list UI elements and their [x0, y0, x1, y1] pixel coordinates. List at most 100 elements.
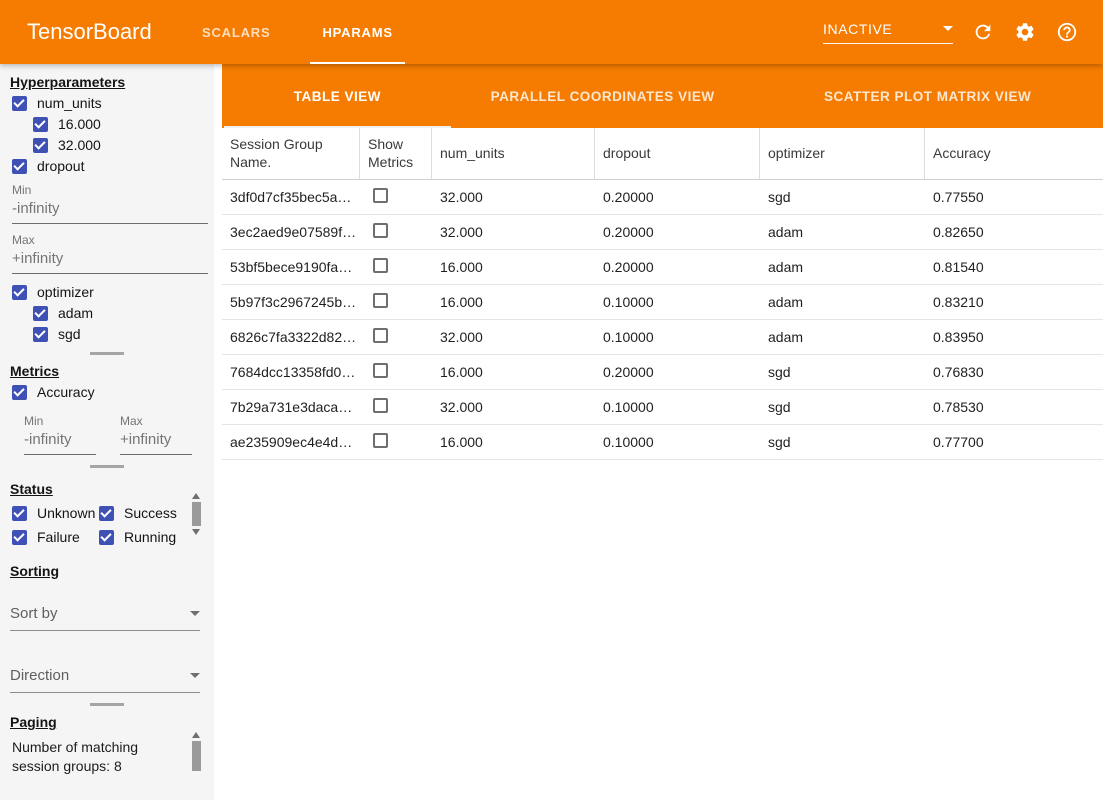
num-units-cell: 32.000: [432, 189, 595, 205]
checkbox-label: Failure: [37, 529, 80, 545]
checkbox-num-units-16[interactable]: 16.000: [33, 116, 214, 132]
session-group-name-cell: 7b29a731e3daca…: [222, 399, 360, 415]
accuracy-cell: 0.78530: [925, 399, 1103, 415]
sessions-table: Session Group Name. Show Metrics num_uni…: [222, 128, 1103, 800]
settings-gear-icon[interactable]: [1013, 20, 1037, 44]
help-icon[interactable]: [1055, 20, 1079, 44]
show-metrics-checkbox[interactable]: [373, 188, 388, 203]
checkbox-checked-icon: [33, 327, 48, 342]
checkbox-status-failure[interactable]: Failure: [12, 529, 99, 545]
checkbox-label: 16.000: [58, 116, 101, 132]
paging-section: Paging Number of matching session groups…: [0, 714, 214, 776]
session-group-name-cell: 7684dcc13358fd0…: [222, 364, 360, 380]
show-metrics-cell: [360, 433, 432, 451]
refresh-icon[interactable]: [971, 20, 995, 44]
optimizer-cell: adam: [760, 259, 925, 275]
section-resize-handle[interactable]: [90, 703, 124, 706]
dropout-min-input[interactable]: [12, 197, 208, 224]
table-row: 3df0d7cf35bec5a… 32.000 0.20000 sgd 0.77…: [222, 180, 1103, 215]
view-tabs: TABLE VIEW PARALLEL COORDINATES VIEW SCA…: [222, 64, 1103, 128]
show-metrics-cell: [360, 363, 432, 381]
dropout-cell: 0.10000: [595, 399, 760, 415]
show-metrics-checkbox[interactable]: [373, 328, 388, 343]
section-resize-handle[interactable]: [90, 352, 124, 355]
checkbox-checked-icon: [99, 506, 114, 521]
show-metrics-checkbox[interactable]: [373, 258, 388, 273]
checkbox-status-unknown[interactable]: Unknown: [12, 505, 99, 521]
checkbox-num-units[interactable]: num_units: [12, 95, 214, 111]
metrics-max-input[interactable]: [120, 428, 192, 455]
tab-scatter-plot-matrix-view[interactable]: SCATTER PLOT MATRIX VIEW: [752, 64, 1103, 128]
checkbox-optimizer-adam[interactable]: adam: [33, 305, 214, 321]
status-scrollbar[interactable]: [191, 493, 201, 535]
checkbox-label: dropout: [37, 158, 84, 174]
table-header: Session Group Name. Show Metrics num_uni…: [222, 128, 1103, 180]
dropout-max-input[interactable]: [12, 247, 208, 274]
reload-status-select[interactable]: INACTIVE: [823, 21, 953, 44]
checkbox-status-success[interactable]: Success: [99, 505, 194, 521]
tab-hparams[interactable]: HPARAMS: [296, 0, 418, 64]
scroll-down-icon[interactable]: [192, 529, 200, 535]
column-header-optimizer[interactable]: optimizer: [760, 128, 925, 179]
metrics-min-max: Min Max: [24, 405, 214, 455]
direction-select[interactable]: Direction: [10, 667, 200, 693]
checkbox-optimizer-sgd[interactable]: sgd: [33, 326, 214, 342]
column-header-dropout[interactable]: dropout: [595, 128, 760, 179]
plugin-tabs: SCALARS HPARAMS: [176, 0, 419, 64]
show-metrics-cell: [360, 223, 432, 241]
dropout-cell: 0.10000: [595, 434, 760, 450]
show-metrics-checkbox[interactable]: [373, 223, 388, 238]
checkbox-dropout[interactable]: dropout: [12, 158, 214, 174]
column-header-accuracy[interactable]: Accuracy: [925, 128, 1103, 179]
checkbox-label: Unknown: [37, 505, 95, 521]
show-metrics-checkbox[interactable]: [373, 293, 388, 308]
table-row: 53bf5bece9190fa… 16.000 0.20000 adam 0.8…: [222, 250, 1103, 285]
num-units-cell: 32.000: [432, 399, 595, 415]
dropout-max-label: Max: [12, 233, 214, 247]
checkbox-label: Accuracy: [37, 384, 95, 400]
status-heading: Status: [10, 481, 214, 497]
session-group-name-cell: 5b97f3c2967245b…: [222, 294, 360, 310]
show-metrics-checkbox[interactable]: [373, 363, 388, 378]
checkbox-checked-icon: [33, 306, 48, 321]
num-units-cell: 32.000: [432, 224, 595, 240]
paging-scrollbar[interactable]: [191, 732, 201, 771]
top-toolbar: TensorBoard SCALARS HPARAMS INACTIVE: [0, 0, 1103, 64]
scrollbar-thumb[interactable]: [192, 502, 201, 526]
column-header-session-group-name[interactable]: Session Group Name.: [222, 128, 360, 179]
num-units-cell: 16.000: [432, 364, 595, 380]
checkbox-num-units-32[interactable]: 32.000: [33, 137, 214, 153]
tab-parallel-coordinates-view[interactable]: PARALLEL COORDINATES VIEW: [453, 64, 753, 128]
column-header-num-units[interactable]: num_units: [432, 128, 595, 179]
scroll-up-icon[interactable]: [192, 493, 200, 499]
tab-scalars[interactable]: SCALARS: [176, 0, 296, 64]
sort-by-select[interactable]: Sort by: [10, 605, 200, 631]
checkbox-status-running[interactable]: Running: [99, 529, 194, 545]
section-resize-handle[interactable]: [90, 465, 124, 468]
num-units-cell: 16.000: [432, 259, 595, 275]
optimizer-cell: adam: [760, 294, 925, 310]
sorting-section: Sorting Sort by Direction: [0, 563, 214, 693]
reload-status-value: INACTIVE: [823, 21, 892, 37]
tab-table-view[interactable]: TABLE VIEW: [222, 64, 453, 128]
sort-by-value: Sort by: [10, 605, 58, 622]
show-metrics-checkbox[interactable]: [373, 433, 388, 448]
scroll-up-icon[interactable]: [192, 732, 200, 738]
optimizer-cell: sgd: [760, 399, 925, 415]
metrics-max-label: Max: [120, 414, 192, 428]
accuracy-cell: 0.77550: [925, 189, 1103, 205]
column-header-show-metrics[interactable]: Show Metrics: [360, 128, 432, 179]
sorting-heading: Sorting: [10, 563, 214, 579]
session-group-name-cell: 3df0d7cf35bec5a…: [222, 189, 360, 205]
scrollbar-thumb[interactable]: [192, 741, 201, 771]
show-metrics-cell: [360, 328, 432, 346]
show-metrics-checkbox[interactable]: [373, 398, 388, 413]
main-panel: TABLE VIEW PARALLEL COORDINATES VIEW SCA…: [222, 64, 1103, 800]
table-row: 7684dcc13358fd0… 16.000 0.20000 sgd 0.76…: [222, 355, 1103, 390]
checkbox-accuracy[interactable]: Accuracy: [12, 384, 214, 400]
hyperparameters-heading: Hyperparameters: [10, 74, 214, 90]
num-units-values: 16.000 32.000: [0, 116, 214, 153]
metrics-min-input[interactable]: [24, 428, 96, 455]
checkbox-optimizer[interactable]: optimizer: [12, 284, 214, 300]
checkbox-label: adam: [58, 305, 93, 321]
